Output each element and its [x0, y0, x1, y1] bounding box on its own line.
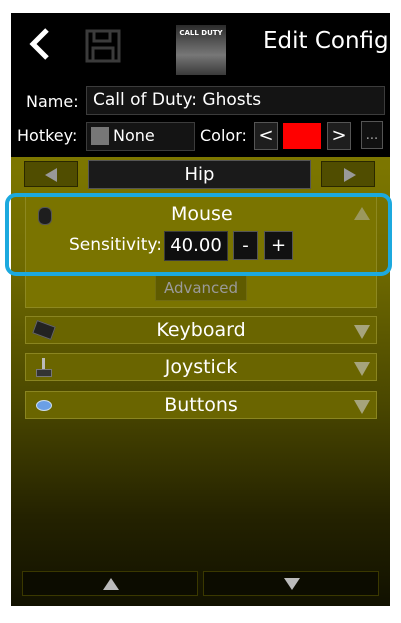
name-value: Call of Duty: Ghosts: [93, 90, 262, 110]
mode-label: Hip: [184, 164, 215, 185]
game-cover-text: CALL DUTY: [179, 29, 223, 37]
advanced-button[interactable]: Advanced: [155, 275, 247, 301]
color-label: Color:: [200, 126, 247, 145]
expand-arrow-icon: [354, 400, 370, 414]
expand-arrow-icon: [354, 325, 370, 339]
expand-arrow-icon: [354, 362, 370, 376]
back-chevron-icon[interactable]: [25, 27, 55, 61]
highlight-outline: [5, 193, 392, 276]
page-title: Edit Config: [263, 28, 389, 54]
hotkey-field[interactable]: None: [86, 122, 195, 151]
name-field[interactable]: Call of Duty: Ghosts: [86, 86, 385, 115]
edit-config-screen: CALL DUTY Edit Config Name: Call of Duty…: [5, 13, 392, 606]
hotkey-label: Hotkey:: [17, 126, 78, 145]
color-prev-button[interactable]: <: [254, 122, 278, 150]
keyboard-section-label: Keyboard: [156, 319, 246, 341]
color-swatch[interactable]: [283, 123, 321, 149]
name-label: Name:: [26, 92, 79, 111]
arrow-right-icon: [344, 168, 356, 182]
joystick-section-label: Joystick: [164, 356, 238, 378]
keyboard-section[interactable]: Keyboard: [25, 316, 377, 344]
color-next-button[interactable]: >: [327, 122, 351, 150]
scroll-down-button[interactable]: [203, 571, 379, 596]
arrow-left-icon: [45, 168, 57, 182]
mode-selector[interactable]: Hip: [88, 160, 311, 189]
arrow-up-icon: [103, 578, 119, 590]
mode-prev-button[interactable]: [24, 161, 78, 187]
more-button[interactable]: ...: [361, 121, 383, 149]
arrow-down-icon: [284, 578, 300, 590]
joystick-section[interactable]: Joystick: [25, 353, 377, 381]
mode-next-button[interactable]: [321, 161, 375, 187]
hotkey-value: None: [113, 126, 155, 145]
buttons-section[interactable]: Buttons: [25, 391, 377, 419]
buttons-section-label: Buttons: [164, 394, 238, 416]
hotkey-icon: [91, 127, 109, 145]
floppy-disk-icon[interactable]: [85, 29, 121, 63]
game-cover-icon[interactable]: CALL DUTY: [176, 25, 226, 75]
scroll-up-button[interactable]: [22, 571, 198, 596]
